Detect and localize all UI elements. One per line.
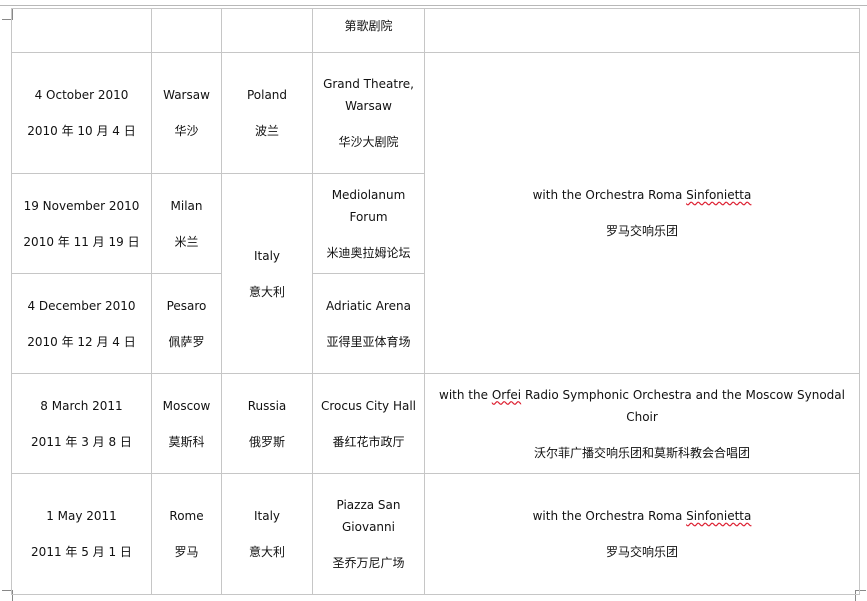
venue-cell: Adriatic Arena 亚得里亚体育场 [312,273,425,374]
country-cell: Poland 波兰 [221,52,313,174]
notes-text: with the [439,387,492,402]
venue-zh: 圣乔万尼广场 [332,556,405,570]
venue-zh: 第歌剧院 [344,19,393,33]
city-zh: 佩萨罗 [168,334,205,349]
city-en: Moscow [162,398,211,413]
country-cell: Russia 俄罗斯 [221,373,313,474]
country-zh: 俄罗斯 [248,434,285,449]
country-zh: 意大利 [248,545,285,559]
notes-en: with the Orfei Radio Symphonic Orchestra… [427,384,857,428]
notes-cell: with the Orchestra Roma Sinfonietta 罗马交响… [424,473,860,595]
country-en: Italy [253,248,281,263]
date-zh: 2010 年 12 月 4 日 [27,334,136,349]
date-en: 1 May 2011 [46,509,117,523]
date-cell: 4 October 2010 2010 年 10 月 4 日 [11,52,152,174]
date-cell: 8 March 2011 2011 年 3 月 8 日 [11,373,152,474]
table-row: 1 May 2011 2011 年 5 月 1 日 Rome 罗马 Italy 意大利… [11,473,860,595]
venue-cell: 第歌剧院 [312,8,425,53]
date-en: 19 November 2010 [23,198,140,213]
table-row: 第歌剧院 [11,8,860,53]
notes-text: Radio Symphonic Orchestra and the Moscow… [521,387,845,424]
venue-en: Mediolanum Forum [331,187,406,224]
venue-zh: 番红花市政厅 [332,434,405,449]
date-en: 4 October 2010 [34,88,129,102]
country-en: Poland [246,88,288,102]
date-zh: 2011 年 3 月 8 日 [31,434,132,449]
table-row: 4 October 2010 2010 年 10 月 4 日 Warsaw 华沙 P… [11,52,860,374]
notes-en: with the Orchestra Roma Sinfonietta [427,184,857,206]
page-top-border [0,5,867,6]
city-zh: 华沙 [174,124,199,138]
venue-zh: 米迪奥拉姆论坛 [326,245,411,260]
country-cell [221,8,313,53]
city-cell: Milan 米兰 [151,173,222,274]
notes-cell: with the Orfei Radio Symphonic Orchestra… [424,373,860,474]
notes-text: with the Orchestra Roma [532,509,687,523]
notes-zh: 罗马交响乐团 [605,224,678,238]
concert-table: 第歌剧院 4 October 2010 2010 年 10 月 4 日 Warsa… [11,8,860,595]
city-en: Milan [170,198,203,213]
city-en: Rome [169,509,204,523]
date-cell: 1 May 2011 2011 年 5 月 1 日 [11,473,152,595]
country-cell: Italy 意大利 [221,173,313,374]
venue-zh: 华沙大剧院 [338,135,399,149]
date-cell: 4 December 2010 2010 年 12 月 4 日 [11,273,152,374]
spellcheck-word: Sinfonietta [686,509,752,523]
city-en: Warsaw [163,88,210,102]
city-en: Pesaro [166,298,207,313]
venue-cell: Piazza San Giovanni 圣乔万尼广场 [312,473,425,595]
city-cell: Pesaro 佩萨罗 [151,273,222,374]
country-en: Russia [247,398,287,413]
notes-text: with the Orchestra Roma [532,188,687,202]
notes-cell [424,8,860,53]
spellcheck-word: Sinfonietta [686,188,752,202]
venue-en: Grand Theatre, Warsaw [323,77,414,113]
date-cell: 19 November 2010 2010 年 11 月 19 日 [11,173,152,274]
country-cell: Italy 意大利 [221,473,313,595]
venue-zh: 亚得里亚体育场 [326,334,411,349]
date-en: 8 March 2011 [40,398,123,413]
table-row: 8 March 2011 2011 年 3 月 8 日 Moscow 莫斯科 Rus… [11,373,860,474]
venue-cell: Mediolanum Forum 米迪奥拉姆论坛 [312,173,425,274]
country-en: Italy [253,509,281,523]
city-cell [151,8,222,53]
venue-en: Adriatic Arena [326,298,411,313]
date-zh: 2010 年 10 月 4 日 [27,124,136,138]
venue-en: Crocus City Hall [320,398,417,413]
date-zh: 2010 年 11 月 19 日 [23,234,140,249]
notes-zh: 沃尔菲广播交响乐团和莫斯科教会合唱团 [533,445,750,460]
country-zh: 波兰 [254,124,279,138]
notes-zh: 罗马交响乐团 [605,545,678,559]
date-zh: 2011 年 5 月 1 日 [31,545,132,559]
spellcheck-word: Orfei [491,387,522,402]
city-cell: Warsaw 华沙 [151,52,222,174]
venue-en: Piazza San Giovanni [336,498,401,534]
city-zh: 莫斯科 [168,434,205,449]
city-zh: 罗马 [174,545,199,559]
date-en: 4 December 2010 [27,298,136,313]
notes-en: with the Orchestra Roma Sinfonietta [427,505,857,527]
city-cell: Rome 罗马 [151,473,222,595]
city-zh: 米兰 [174,234,199,249]
date-cell [11,8,152,53]
notes-cell: with the Orchestra Roma Sinfonietta 罗马交响… [424,52,860,374]
venue-cell: Grand Theatre, Warsaw 华沙大剧院 [312,52,425,174]
venue-cell: Crocus City Hall 番红花市政厅 [312,373,425,474]
country-zh: 意大利 [248,284,285,299]
city-cell: Moscow 莫斯科 [151,373,222,474]
